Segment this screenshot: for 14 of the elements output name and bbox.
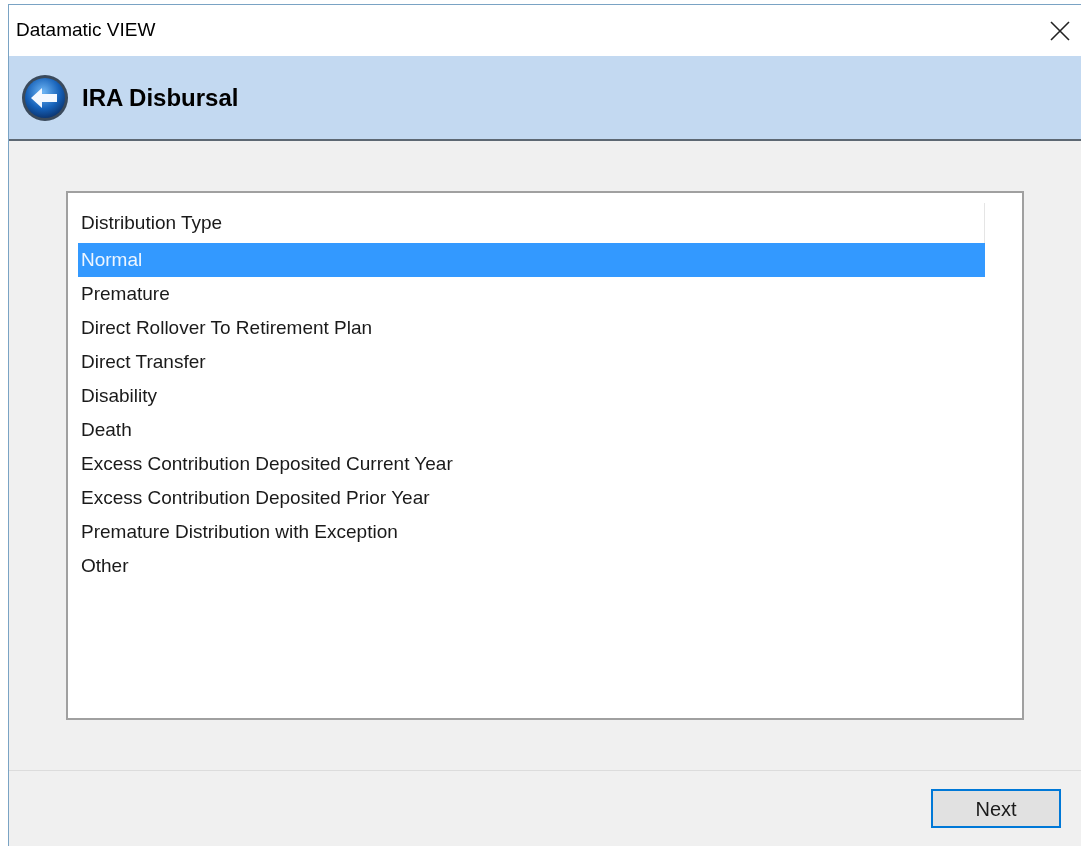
next-button[interactable]: Next (931, 789, 1061, 828)
list-item[interactable]: Excess Contribution Deposited Prior Year (78, 481, 985, 515)
list-item[interactable]: Direct Rollover To Retirement Plan (78, 311, 985, 345)
window-title: Datamatic VIEW (16, 18, 156, 43)
column-header[interactable]: Distribution Type (81, 208, 223, 238)
list-item[interactable]: Premature (78, 277, 985, 311)
list-item[interactable]: Disability (78, 379, 985, 413)
list-item[interactable]: Excess Contribution Deposited Current Year (78, 447, 985, 481)
list-item[interactable]: Other (78, 549, 985, 583)
list-item[interactable]: Premature Distribution with Exception (78, 515, 985, 549)
list-item[interactable]: Death (78, 413, 985, 447)
close-icon[interactable] (1049, 19, 1071, 42)
list-item[interactable]: Direct Transfer (78, 345, 985, 379)
page-title: IRA Disbursal (82, 82, 239, 113)
